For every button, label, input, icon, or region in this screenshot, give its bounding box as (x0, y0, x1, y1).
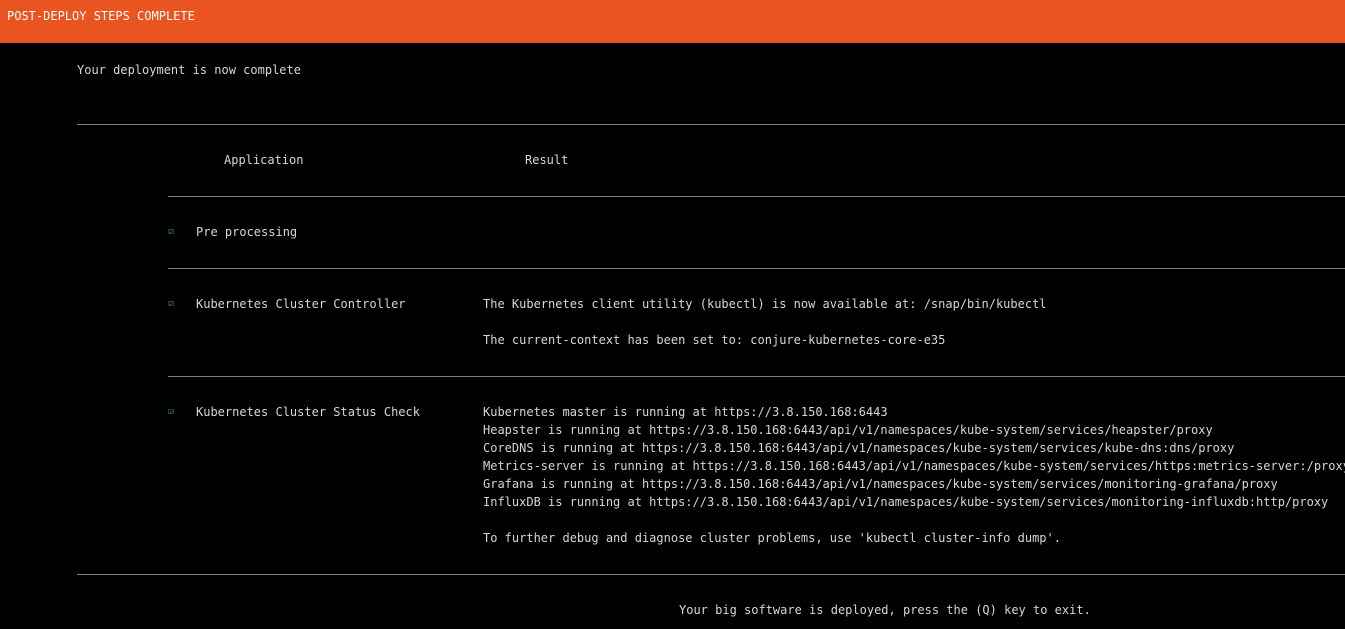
result-line: InfluxDB is running at https://3.8.150.1… (483, 495, 1329, 509)
application-name: Kubernetes Cluster Status Check (196, 405, 420, 419)
checkbox-checked-icon: ☑ (168, 226, 175, 237)
result-line: The current-context has been set to: con… (483, 333, 946, 347)
intro-text: Your deployment is now complete (77, 63, 301, 77)
table-bottom-divider (77, 574, 1345, 575)
application-name: Pre processing (196, 225, 298, 239)
result-line: Kubernetes master is running at https://… (483, 405, 888, 419)
result-line: Metrics-server is running at https://3.8… (483, 459, 1345, 473)
column-header-application: Application (224, 153, 304, 167)
row-divider (168, 376, 1345, 377)
application-name: Kubernetes Cluster Controller (196, 297, 406, 311)
result-line: The Kubernetes client utility (kubectl) … (483, 297, 1047, 311)
column-header-result: Result (525, 153, 569, 167)
result-line: Heapster is running at https://3.8.150.1… (483, 423, 1213, 437)
result-line: CoreDNS is running at https://3.8.150.16… (483, 441, 1235, 455)
table-top-divider (77, 124, 1345, 125)
row-divider (168, 268, 1345, 269)
checkbox-checked-icon: ☑ (168, 406, 175, 417)
title-bar: POST-DEPLOY STEPS COMPLETE (0, 0, 1345, 43)
exit-hint: Your big software is deployed, press the… (679, 603, 1091, 617)
result-line: Grafana is running at https://3.8.150.16… (483, 477, 1278, 491)
result-line: To further debug and diagnose cluster pr… (483, 531, 1061, 545)
page-title: POST-DEPLOY STEPS COMPLETE (7, 9, 195, 23)
checkbox-checked-icon: ☑ (168, 298, 175, 309)
header-divider (168, 196, 1345, 197)
